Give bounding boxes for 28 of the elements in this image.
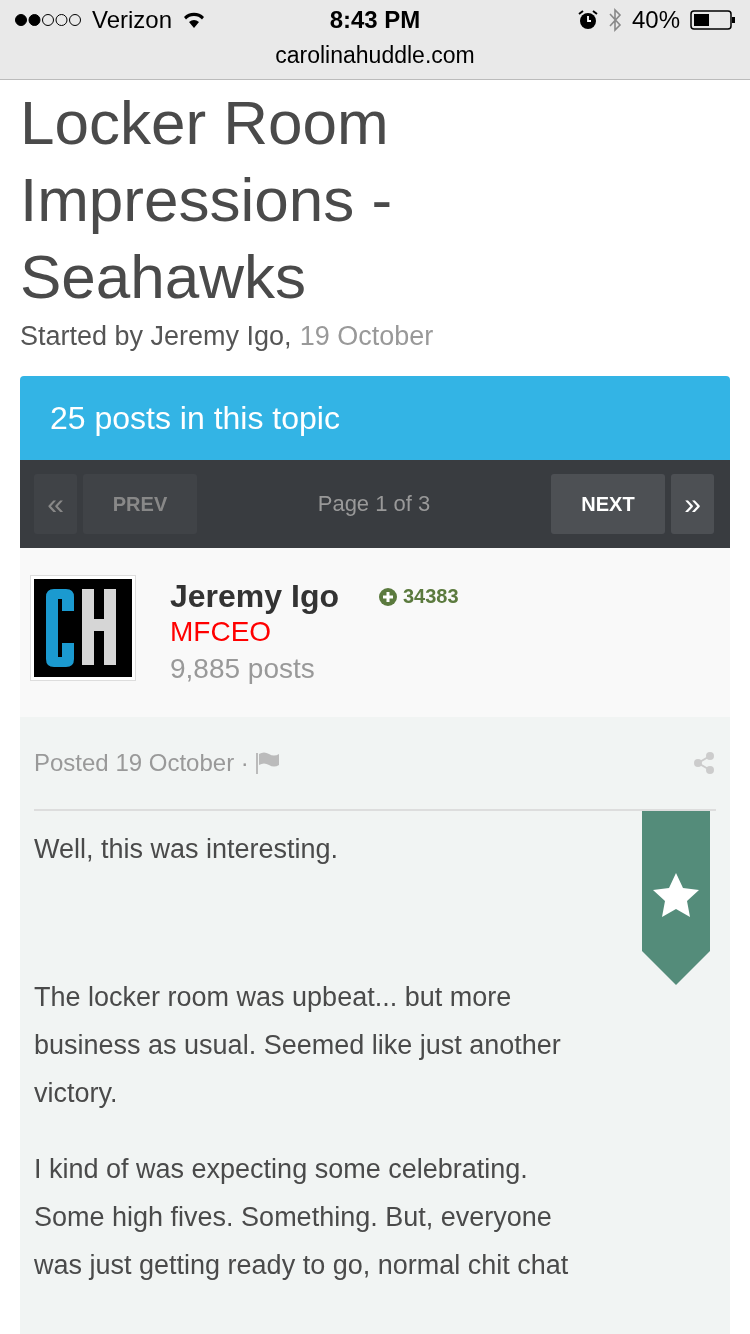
battery-percent: 40%	[631, 6, 680, 34]
post-paragraph: Well, this was interesting.	[34, 833, 340, 866]
member-rank: MFCEO	[170, 615, 273, 649]
carrier: Verizon	[92, 6, 173, 34]
post-paragraph: I kind of was expecting some celebrating. Some high fives. Something. But, everyone was just getting ready to go, normal chit chat	[34, 1153, 570, 1282]
signal-icon	[14, 13, 82, 27]
topic-date: 19 October	[299, 321, 434, 352]
time: 8:43 PM	[329, 6, 421, 34]
plus-icon	[378, 587, 397, 606]
wifi-icon	[182, 11, 207, 29]
avatar-logo[interactable]	[30, 575, 136, 681]
next-button[interactable]: NEXT	[551, 474, 665, 534]
battery-icon	[690, 10, 736, 30]
post-date: Posted 19 October ·	[34, 749, 249, 777]
last-page-button[interactable]: »	[671, 474, 714, 534]
post-paragraph: The locker room was upbeat... but more business as usual. Seemed like just another victory.	[34, 981, 562, 1110]
url-text[interactable]: carolinahuddle.com	[0, 40, 750, 76]
page-indicator: Page 1 of 3	[316, 491, 432, 517]
topic-title: Locker Room Impressions - Seahawks	[20, 87, 394, 313]
flag-icon[interactable]	[254, 752, 281, 774]
author-name[interactable]: Jeremy Igo	[170, 578, 339, 615]
post-count: 9,885 posts	[170, 652, 316, 686]
share-icon[interactable]	[692, 751, 716, 775]
bluetooth-icon	[607, 7, 622, 33]
alarm-icon	[577, 10, 598, 30]
posts-count-bar: 25 posts in this topic	[20, 376, 730, 460]
started-by: Started by Jeremy Igo,	[20, 321, 292, 352]
reputation-count: 34383	[402, 585, 459, 608]
